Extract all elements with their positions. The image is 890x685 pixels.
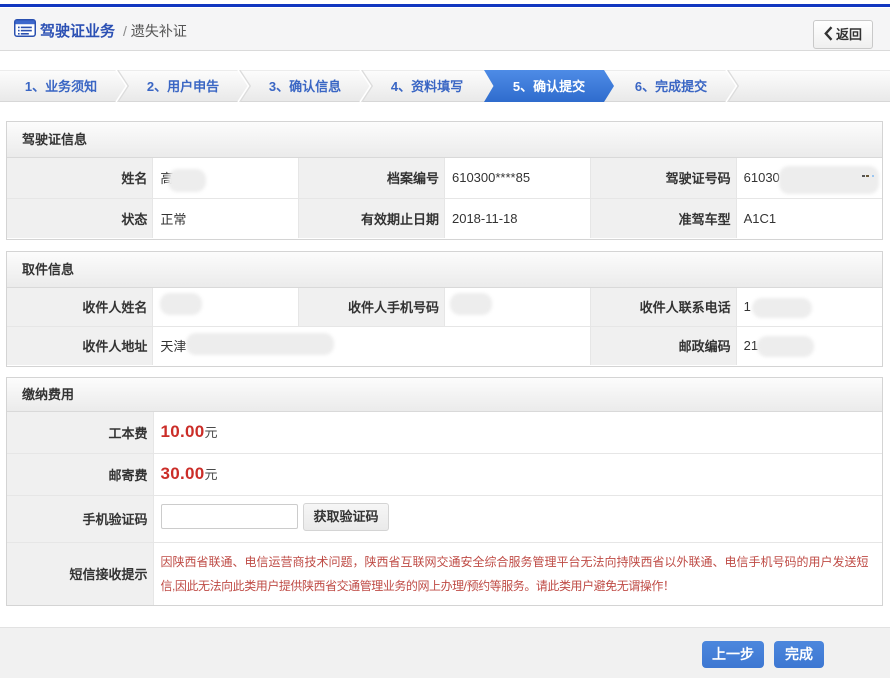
svg-text:6、完成提交: 6、完成提交 (635, 79, 707, 94)
svg-text:4、资料填写: 4、资料填写 (391, 79, 463, 94)
svg-text:3、确认信息: 3、确认信息 (269, 79, 341, 94)
svg-text:1、业务须知: 1、业务须知 (25, 79, 97, 94)
svg-text:2、用户申告: 2、用户申告 (147, 79, 219, 94)
svg-text:5、确认提交: 5、确认提交 (513, 79, 585, 94)
